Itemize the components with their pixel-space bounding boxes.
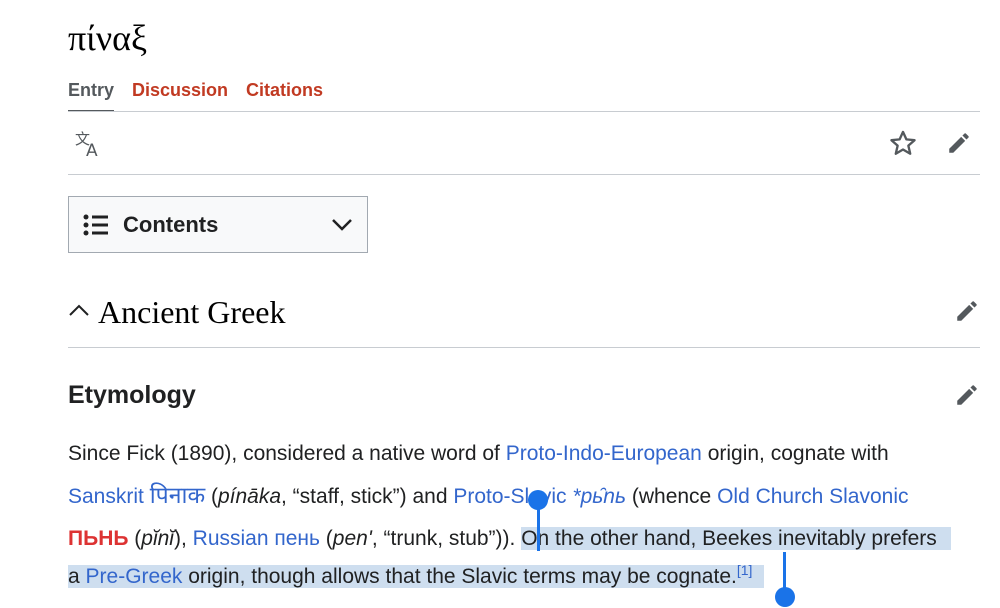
text: origin, though allows that the Slavic te… bbox=[182, 565, 737, 588]
section-heading-ancient-greek: Ancient Greek bbox=[98, 294, 286, 330]
red-link-ocs-word[interactable]: ПЬНЬ bbox=[68, 527, 128, 550]
edit-pencil-icon[interactable] bbox=[946, 130, 972, 156]
text: a bbox=[68, 565, 86, 588]
translate-icon[interactable]: 文 A bbox=[74, 130, 104, 158]
contents-label: Contents bbox=[123, 211, 219, 237]
svg-text:A: A bbox=[86, 141, 98, 158]
star-icon[interactable] bbox=[889, 129, 917, 157]
text: ( bbox=[205, 485, 218, 508]
selected-text[interactable]: On the other hand, Beekes inevitably pre… bbox=[521, 527, 951, 550]
chevron-up-icon[interactable] bbox=[68, 302, 90, 318]
transliteration: pĭnĭ bbox=[141, 527, 174, 550]
tab-entry[interactable]: Entry bbox=[68, 76, 115, 112]
text: ( bbox=[128, 527, 142, 550]
text-line: Sanskrit पिनाक (pínāka, “staff, stick”) … bbox=[68, 475, 980, 516]
text: ( bbox=[319, 527, 333, 550]
link-sanskrit-word[interactable]: पिनाक bbox=[150, 482, 205, 508]
text-line: a Pre-Greek origin, though allows that t… bbox=[68, 556, 980, 597]
tab-citations[interactable]: Citations bbox=[246, 76, 323, 112]
selection-start-handle[interactable] bbox=[528, 490, 548, 510]
chevron-down-icon bbox=[331, 218, 353, 232]
text: , “staff, stick”) and bbox=[281, 485, 454, 508]
list-icon bbox=[83, 214, 109, 236]
text: Since Fick (1890), considered a native w… bbox=[68, 442, 506, 465]
transliteration: pínāka bbox=[217, 485, 282, 508]
text: origin, cognate with bbox=[701, 442, 889, 465]
link-proto-indo-european[interactable]: Proto-Indo-European bbox=[506, 442, 702, 465]
selection-end-handle[interactable] bbox=[775, 587, 795, 607]
text-line: Since Fick (1890), considered a native w… bbox=[68, 433, 980, 474]
text: ), bbox=[173, 527, 193, 550]
contents-toggle[interactable]: Contents bbox=[68, 196, 368, 253]
text: , “trunk, stub”)). bbox=[371, 527, 522, 550]
transliteration: penʹ bbox=[332, 527, 372, 550]
page-tabs: Entry Discussion Citations bbox=[68, 76, 341, 112]
link-russian-word[interactable]: пень bbox=[274, 527, 320, 550]
page-title: πίναξ bbox=[68, 18, 148, 58]
link-proto-slavic[interactable]: Proto-Slavic bbox=[453, 485, 566, 508]
text: (whence bbox=[626, 485, 718, 508]
etymology-heading: Etymology bbox=[68, 381, 196, 409]
selection-start-bar bbox=[537, 505, 540, 551]
toolbar-divider bbox=[68, 174, 980, 175]
link-old-church-slavonic[interactable]: Old Church Slavonic bbox=[717, 485, 908, 508]
selected-text[interactable]: a Pre-Greek origin, though allows that t… bbox=[68, 562, 765, 588]
link-russian[interactable]: Russian bbox=[193, 527, 269, 550]
etymology-paragraph: Since Fick (1890), considered a native w… bbox=[68, 433, 980, 597]
tabs-divider bbox=[68, 111, 980, 112]
edit-etymology-pencil-icon[interactable] bbox=[954, 382, 980, 408]
edit-section-pencil-icon[interactable] bbox=[954, 298, 980, 324]
link-sanskrit[interactable]: Sanskrit bbox=[68, 485, 144, 508]
text-line: ПЬНЬ (pĭnĭ), Russian пень (penʹ, “trunk,… bbox=[68, 518, 980, 559]
link-pre-greek[interactable]: Pre-Greek bbox=[86, 565, 183, 588]
link-proto-slavic-word[interactable]: *pь̑nь bbox=[572, 485, 626, 508]
tab-discussion[interactable]: Discussion bbox=[132, 76, 228, 112]
section-divider bbox=[68, 347, 980, 348]
reference-link[interactable]: [1] bbox=[737, 562, 753, 578]
